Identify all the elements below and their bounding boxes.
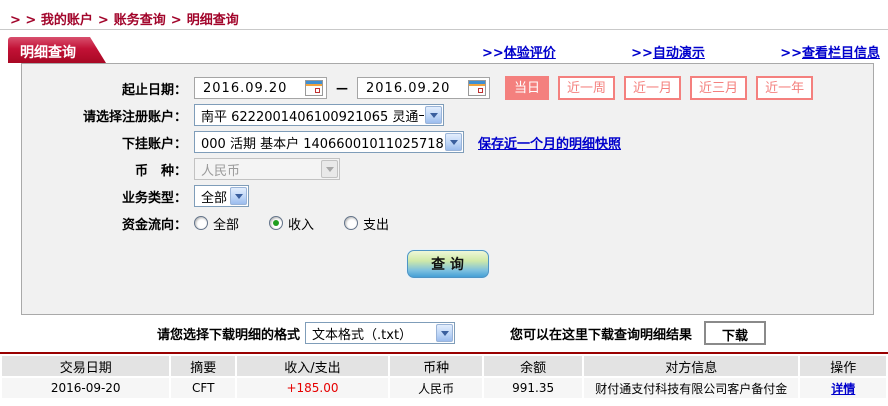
col-header-date: 交易日期 xyxy=(2,356,170,376)
breadcrumb-item-my-account[interactable]: 我的账户 xyxy=(41,13,93,28)
table-header-row: 交易日期 摘要 收入/支出 币种 余额 对方信息 操作 xyxy=(2,356,886,376)
link-label: 自动演示 xyxy=(652,46,705,61)
download-hint: 您可以在这里下载查询明细结果 xyxy=(510,327,693,343)
header-links: >>体验评价 >>自动演示 >>查看栏目信息 xyxy=(482,42,880,61)
business-type-label: 业务类型： xyxy=(121,190,187,206)
cell-summary: CFT xyxy=(171,378,236,398)
register-account-row: 请选择注册账户： 南平 6222001406100921065 灵通卡 xyxy=(22,104,873,126)
cell-date: 2016-09-20 xyxy=(2,378,170,398)
fund-flow-radio-income[interactable]: 收入 xyxy=(269,214,314,233)
register-account-value: 南平 6222001406100921065 灵通卡 xyxy=(201,109,424,125)
cell-amount: +185.00 xyxy=(237,378,388,398)
cell-balance: 991.35 xyxy=(484,378,582,398)
breadcrumb-separator: > xyxy=(97,13,109,28)
radio-label: 支出 xyxy=(363,217,390,233)
calendar-icon[interactable] xyxy=(468,80,486,96)
col-header-counterparty: 对方信息 xyxy=(583,356,799,376)
currency-select-disabled: 人民币 xyxy=(194,158,340,180)
download-format-label: 请您选择下载明细的格式 xyxy=(157,327,301,343)
quick-range-month-button[interactable]: 近一月 xyxy=(624,76,682,100)
business-type-value: 全部 xyxy=(201,190,228,206)
sub-account-label: 下挂账户： xyxy=(121,136,187,152)
date-range-row: 起止日期： 2016.09.20 — 2016.09.20 当日 近一周 近一月… xyxy=(22,76,873,100)
quick-range-week-button[interactable]: 近一周 xyxy=(558,76,616,100)
date-from-input[interactable]: 2016.09.20 xyxy=(194,77,327,99)
transaction-table: 交易日期 摘要 收入/支出 币种 余额 对方信息 操作 2016-09-20 C… xyxy=(0,354,888,400)
currency-label: 币 种： xyxy=(134,163,187,179)
sub-account-select[interactable]: 000 活期 基本户 1406600101102571848 xyxy=(194,131,464,153)
radio-label: 全部 xyxy=(213,217,240,233)
breadcrumb-item-detail-query[interactable]: 明细查询 xyxy=(187,13,239,28)
business-type-select[interactable]: 全部 xyxy=(194,185,249,207)
link-label: 查看栏目信息 xyxy=(801,46,880,61)
chevron-down-icon xyxy=(321,160,338,178)
tab-detail-query[interactable]: 明细查询 xyxy=(8,37,106,63)
fund-flow-label: 资金流向： xyxy=(121,217,187,233)
chevron-down-icon[interactable] xyxy=(436,324,454,342)
chevron-down-icon[interactable] xyxy=(425,106,442,124)
query-button-row: 查 询 xyxy=(22,250,873,278)
chevron-down-icon[interactable] xyxy=(230,187,247,205)
radio-icon[interactable] xyxy=(194,216,208,230)
breadcrumb-separator: > xyxy=(170,13,182,28)
snapshot-link[interactable]: 保存近一个月的明细快照 xyxy=(478,133,621,152)
query-form-panel: 起止日期： 2016.09.20 — 2016.09.20 当日 近一周 近一月… xyxy=(21,63,874,315)
col-header-amount: 收入/支出 xyxy=(237,356,388,376)
currency-row: 币 种： 人民币 xyxy=(22,158,873,180)
download-row: 请您选择下载明细的格式 文本格式（.txt） 您可以在这里下载查询明细结果 下载 xyxy=(157,321,888,345)
radio-selected-icon[interactable] xyxy=(269,216,284,230)
breadcrumb: > > 我的账户 > 账务查询 > 明细查询 xyxy=(0,0,888,29)
link-experience-review[interactable]: >>体验评价 xyxy=(482,42,556,61)
col-header-action: 操作 xyxy=(800,356,886,376)
tab-label: 明细查询 xyxy=(20,45,76,61)
detail-link[interactable]: 详情 xyxy=(831,382,855,396)
col-header-currency: 币种 xyxy=(389,356,483,376)
cell-action: 详情 xyxy=(800,378,886,398)
link-label: 体验评价 xyxy=(503,46,556,61)
page: > > 我的账户 > 账务查询 > 明细查询 明细查询 >>体验评价 >>自动演示 >>… xyxy=(0,0,888,400)
link-auto-demo[interactable]: >>自动演示 xyxy=(631,42,705,61)
date-separator: — xyxy=(336,81,348,95)
download-button[interactable]: 下载 xyxy=(704,321,767,345)
date-range-label: 起止日期： xyxy=(121,82,187,98)
sub-account-row: 下挂账户： 000 活期 基本户 1406600101102571848 保存近… xyxy=(22,131,873,153)
fund-flow-radio-all[interactable]: 全部 xyxy=(194,214,239,233)
date-to-input[interactable]: 2016.09.20 xyxy=(357,77,490,99)
download-format-value: 文本格式（.txt） xyxy=(312,327,413,343)
chevron-down-icon[interactable] xyxy=(445,133,462,151)
link-prefix: >> xyxy=(780,46,802,61)
download-format-select[interactable]: 文本格式（.txt） xyxy=(305,322,456,344)
radio-icon[interactable] xyxy=(344,216,359,230)
fund-flow-radio-expense[interactable]: 支出 xyxy=(344,214,389,233)
fund-flow-row: 资金流向： 全部 收入 支出 xyxy=(22,212,873,234)
query-button[interactable]: 查 询 xyxy=(406,250,489,278)
register-account-select[interactable]: 南平 6222001406100921065 灵通卡 xyxy=(194,104,444,126)
sub-account-value: 000 活期 基本户 1406600101102571848 xyxy=(201,136,444,152)
quick-range-quarter-button[interactable]: 近三月 xyxy=(690,76,748,100)
register-account-label: 请选择注册账户： xyxy=(82,109,187,125)
tab-bar: 明细查询 >>体验评价 >>自动演示 >>查看栏目信息 xyxy=(0,37,888,63)
quick-range-today-button[interactable]: 当日 xyxy=(505,76,550,100)
radio-label: 收入 xyxy=(288,217,315,233)
date-from-value: 2016.09.20 xyxy=(203,80,288,96)
breadcrumb-item-account-query[interactable]: 账务查询 xyxy=(114,13,166,28)
divider-line xyxy=(0,29,888,30)
link-prefix: >> xyxy=(631,46,653,61)
cell-currency: 人民币 xyxy=(389,378,483,398)
currency-value: 人民币 xyxy=(201,163,241,179)
quick-range-buttons: 当日 近一周 近一月 近三月 近一年 xyxy=(505,76,814,100)
business-type-row: 业务类型： 全部 xyxy=(22,185,873,207)
link-view-column-info[interactable]: >>查看栏目信息 xyxy=(780,42,880,61)
quick-range-year-button[interactable]: 近一年 xyxy=(756,76,814,100)
calendar-icon[interactable] xyxy=(305,80,323,96)
breadcrumb-prefix: > > xyxy=(10,13,37,28)
link-prefix: >> xyxy=(482,46,504,61)
col-header-balance: 余额 xyxy=(484,356,582,376)
col-header-summary: 摘要 xyxy=(171,356,236,376)
table-row: 2016-09-20 CFT +185.00 人民币 991.35 财付通支付科… xyxy=(2,378,886,398)
date-to-value: 2016.09.20 xyxy=(366,80,451,96)
cell-counterparty: 财付通支付科技有限公司客户备付金 xyxy=(583,378,799,398)
